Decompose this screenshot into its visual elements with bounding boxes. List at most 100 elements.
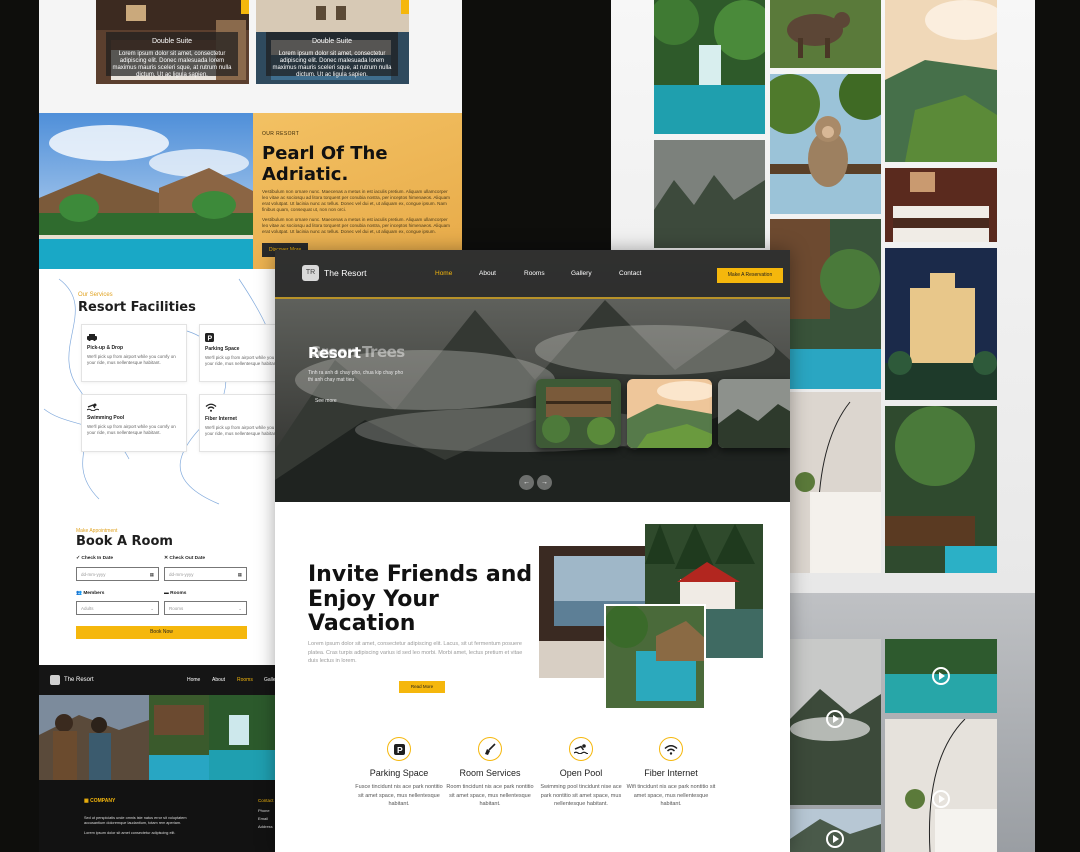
pearl-panel: OUR RESORT Pearl Of The Adriatic. Vestib…	[253, 113, 462, 269]
car-icon	[87, 334, 97, 341]
nav-rooms[interactable]: Rooms	[524, 270, 545, 277]
play-icon[interactable]	[932, 667, 950, 685]
next-slide-button[interactable]: →	[537, 475, 552, 490]
feature-desc: Wifi tincidunt nis ace park nontitio sit…	[626, 784, 716, 807]
video-lake[interactable]	[790, 809, 881, 852]
room-card[interactable]: Double Suite Lorem ipsum dolor sit amet, …	[256, 0, 409, 84]
wifi-icon	[659, 737, 683, 761]
feature-room-services: Room Services Room tincidunt nis ace par…	[445, 737, 535, 809]
chevron-down-icon: ⌄	[150, 606, 154, 611]
footer: ▦ COMPANY Sed ut perspiciatis unde omnis…	[39, 780, 275, 852]
video-river[interactable]	[885, 639, 997, 713]
logo-icon[interactable]: TR	[302, 265, 319, 281]
video-bedroom[interactable]	[885, 719, 997, 852]
video-mountain[interactable]	[790, 639, 881, 805]
feature-title: Open Pool	[559, 768, 603, 778]
footer-text: Lorem ipsum dolor sit amet consectetur a…	[84, 831, 176, 835]
footer-contact-title: Contact	[258, 798, 274, 803]
broom-icon	[478, 737, 502, 761]
rooms-select[interactable]: Rooms ⌄	[164, 601, 247, 615]
pearl-eyebrow: OUR RESORT	[262, 131, 300, 137]
collage-photo-pool-hut	[604, 604, 706, 710]
book-room-section: Make Appointment Book A Room ✓ Check In …	[39, 509, 275, 665]
main-navbar: TR The Resort Home About Rooms Gallery C…	[275, 250, 790, 299]
chevron-down-icon: ⌄	[238, 606, 242, 611]
hero-title: Resort	[308, 344, 361, 362]
pearl-paragraph: Vestibulum non ornare nunc. Maecenas a m…	[262, 189, 450, 212]
facilities-eyebrow: Our Services	[78, 292, 113, 298]
see-more-link[interactable]: See more	[315, 398, 337, 404]
room-card[interactable]: Double Suite Lorem ipsum dolor sit amet, …	[96, 0, 249, 84]
mini-nav-about[interactable]: About	[212, 677, 225, 683]
gallery-photo-waterfall[interactable]	[654, 0, 765, 134]
wifi-icon	[205, 403, 217, 412]
pearl-title: Pearl Of The Adriatic.	[262, 143, 388, 185]
brand-name[interactable]: The Resort	[324, 268, 367, 278]
nav-about[interactable]: About	[479, 270, 496, 277]
footer-address: Address	[258, 824, 273, 829]
book-now-button[interactable]: Book Now	[76, 626, 247, 639]
book-title: Book A Room	[76, 534, 173, 549]
feature-desc: Swimming pool tincidunt nise ace park no…	[540, 784, 622, 807]
facilities-title: Resort Facilities	[78, 300, 196, 315]
resort-homepage: TR The Resort Home About Rooms Gallery C…	[275, 250, 790, 852]
footer-text: Sed ut perspiciatis unde omnis iste natu…	[84, 816, 187, 825]
checkout-date-input[interactable]: dd-mm-yyyy ▦	[164, 567, 247, 581]
gallery-photo-bedroom[interactable]	[885, 168, 997, 242]
gallery-photo-ibex[interactable]	[770, 0, 881, 68]
gallery-photo-hotel-night[interactable]	[885, 248, 997, 400]
feature-open-pool: Open Pool Swimming pool tincidunt nise a…	[536, 737, 626, 809]
gallery-photo-hills[interactable]	[885, 0, 997, 162]
feature-desc: Room tincidunt nis ace park nontitio sit…	[446, 784, 534, 807]
play-icon[interactable]	[932, 790, 950, 808]
swimmer-icon	[569, 737, 593, 761]
logo-icon	[50, 675, 60, 685]
read-more-button[interactable]: Read More	[399, 681, 445, 693]
footer-company-text: COMPANY	[90, 798, 116, 804]
footer-email: Email	[258, 816, 269, 821]
date-placeholder: dd-mm-yyyy	[169, 572, 194, 577]
feature-fiber-internet: Fiber Internet Wifi tincidunt nis ace pa…	[626, 737, 716, 809]
feature-title: Parking Space	[369, 768, 429, 778]
members-label: 👥 Members	[76, 591, 105, 596]
mini-nav-gallery[interactable]: Gallery	[264, 677, 275, 683]
members-select[interactable]: Adults ⌄	[76, 601, 159, 615]
nav-gallery[interactable]: Gallery	[571, 270, 592, 277]
invite-description: Lorem ipsum dolor sit amet, consectetur …	[308, 641, 523, 664]
feature-desc: Fusce tincidunt nis ace park nontitio si…	[355, 784, 443, 807]
room-overlay: Double Suite Lorem ipsum dolor sit amet, …	[106, 32, 238, 78]
mini-nav-home[interactable]: Home	[187, 677, 200, 683]
swimmer-icon	[87, 403, 99, 411]
members-label-text: Members	[83, 591, 105, 596]
prev-slide-button[interactable]: ←	[519, 475, 534, 490]
play-icon[interactable]	[826, 710, 844, 728]
facility-card[interactable]: Pick-up & Drop We'll pick up from airpor…	[81, 324, 187, 382]
facility-card[interactable]: Swimming Pool We'll pick up from airport…	[81, 394, 187, 452]
resort-pool-photo	[39, 113, 253, 269]
slide-thumb[interactable]	[718, 379, 790, 448]
nav-contact[interactable]: Contact	[619, 270, 641, 277]
facility-desc: We'll pick up from airport while you com…	[87, 354, 176, 365]
room-name: Double Suite	[311, 38, 353, 45]
gallery-photo-forest-fog[interactable]	[654, 140, 765, 248]
facility-title: Swimming Pool	[87, 415, 125, 421]
gallery-photo-poolside[interactable]	[885, 406, 997, 573]
feature-parking: P Parking Space Fusce tincidunt nis ace …	[354, 737, 444, 809]
gallery-photo-monkey[interactable]	[770, 74, 881, 214]
feature-title: Room Services	[459, 768, 521, 778]
slide-thumb[interactable]	[536, 379, 621, 448]
gallery-photo-bedroom-white[interactable]	[790, 392, 881, 573]
members-value: Adults	[81, 606, 94, 611]
make-reservation-button[interactable]: Make A Reservation	[717, 268, 783, 283]
play-icon[interactable]	[826, 830, 844, 848]
slide-thumb[interactable]	[627, 379, 712, 448]
svg-text:P: P	[208, 336, 213, 343]
checkin-date-input[interactable]: dd-mm-yyyy ▦	[76, 567, 159, 581]
footer-phone: Phone	[258, 808, 270, 813]
mini-nav-rooms[interactable]: Rooms	[237, 677, 253, 683]
feature-title: Fiber Internet	[644, 768, 698, 778]
nav-home[interactable]: Home	[435, 270, 452, 277]
gallery-strip-photos	[39, 695, 275, 780]
hero-description: Tinh ra anh di chay pho, chua kip chay p…	[308, 370, 404, 383]
secondary-navbar: The Resort Home About Rooms Gallery	[39, 665, 275, 695]
